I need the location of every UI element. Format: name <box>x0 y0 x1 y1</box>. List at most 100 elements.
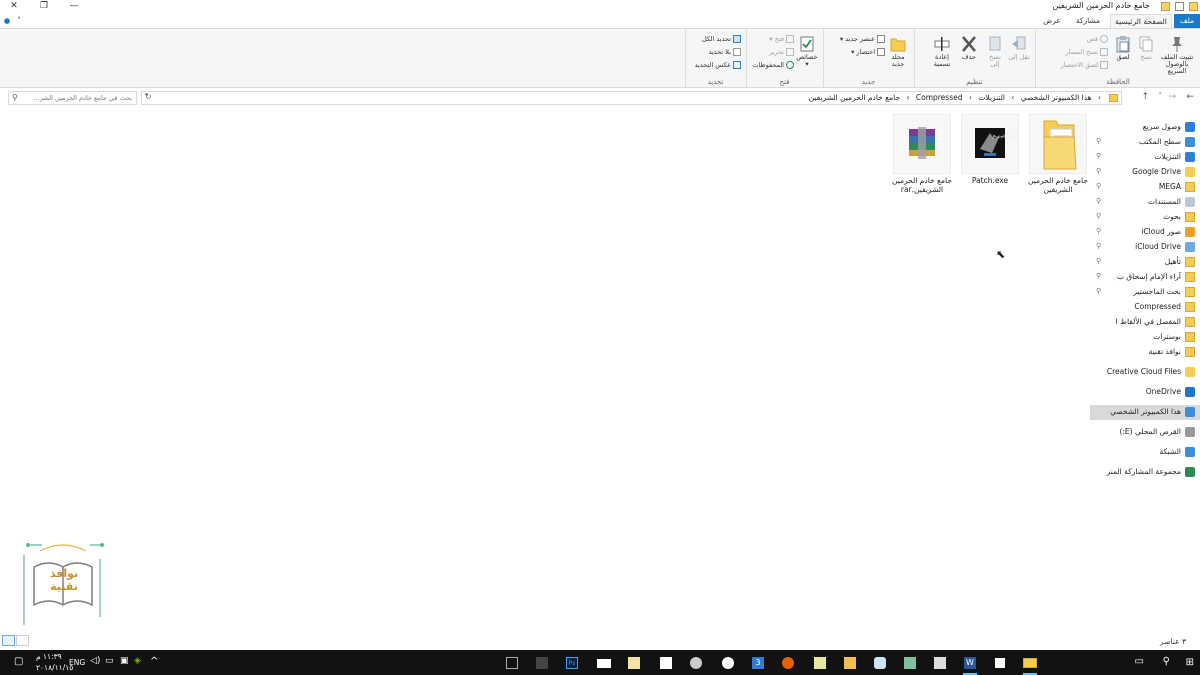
taskbar-store-icon[interactable] <box>990 653 1010 673</box>
pin-icon[interactable]: ⚲ <box>1096 152 1101 160</box>
sidebar-item[interactable]: آراء الإمام إسحاق ب ⚲ <box>1090 270 1200 285</box>
sidebar-item[interactable]: المفصل في الألفاظ ا <box>1090 315 1200 330</box>
pin-icon[interactable]: ⚲ <box>1096 287 1101 295</box>
breadcrumb-downloads[interactable]: التنزيلات <box>978 93 1005 102</box>
sidebar-item[interactable]: Compressed <box>1090 300 1200 315</box>
easy-access-button[interactable]: اختصار ▾ <box>851 48 885 56</box>
maximize-button[interactable]: ❐ <box>30 0 58 14</box>
delete-button[interactable]: حذف <box>958 35 980 61</box>
details-view-icon[interactable] <box>2 635 15 646</box>
search-icon[interactable]: ⚲ <box>1163 656 1170 667</box>
tab-home[interactable]: الصفحة الرئيسية <box>1110 14 1172 28</box>
select-all-button[interactable]: تحديد الكل <box>702 35 741 43</box>
pin-icon[interactable]: ⚲ <box>1096 197 1101 205</box>
select-none-button[interactable]: بلا تحديد <box>709 48 741 56</box>
recent-locations-icon[interactable]: ˅ <box>1159 92 1163 100</box>
taskbar-file-explorer-icon[interactable] <box>1020 653 1040 675</box>
up-arrow-icon[interactable]: ↑ <box>1141 92 1149 102</box>
breadcrumb-compressed[interactable]: Compressed <box>916 93 963 102</box>
sidebar-item[interactable]: سطح المكتب ⚲ <box>1090 135 1200 150</box>
sidebar-item[interactable]: تأهيل ⚲ <box>1090 255 1200 270</box>
pin-icon[interactable]: ⚲ <box>1096 242 1101 250</box>
taskbar-app-icon[interactable] <box>930 653 950 673</box>
copy-button[interactable]: نسخ <box>1136 35 1156 61</box>
new-item-button[interactable]: عنصر جديد ▾ <box>840 35 885 43</box>
move-to-button[interactable]: نقل إلى <box>1008 35 1030 61</box>
large-icons-view-icon[interactable] <box>16 635 29 646</box>
breadcrumb-arrow-icon[interactable]: › <box>969 93 972 102</box>
properties-icon[interactable] <box>1175 2 1184 11</box>
sidebar-item[interactable]: المستندات ⚲ <box>1090 195 1200 210</box>
network-icon[interactable]: ▣ <box>120 656 129 666</box>
breadcrumb-arrow-icon[interactable]: › <box>1011 93 1014 102</box>
cut-button[interactable]: قص <box>1087 35 1108 43</box>
task-view-icon[interactable]: ▭ <box>1135 656 1144 667</box>
help-icon[interactable]: ● <box>2 14 12 28</box>
file-item-exe[interactable]: ﷽ Patch.exe <box>959 114 1046 185</box>
taskbar-app-icon[interactable]: 3 <box>748 653 768 673</box>
taskbar-word-icon[interactable]: W <box>960 653 980 675</box>
taskbar-photoshop-icon[interactable]: Ps <box>562 653 582 673</box>
sidebar-item[interactable]: Google Drive ⚲ <box>1090 165 1200 180</box>
sidebar-item[interactable]: بحوث ⚲ <box>1090 210 1200 225</box>
sidebar-item[interactable]: Creative Cloud Files <box>1090 365 1200 380</box>
tab-share[interactable]: مشاركة <box>1070 14 1106 28</box>
pin-icon[interactable]: ⚲ <box>1096 257 1101 265</box>
tab-view[interactable]: عرض <box>1038 14 1066 28</box>
taskbar-firefox-icon[interactable] <box>778 653 798 673</box>
sidebar-item[interactable]: صور iCloud ⚲ <box>1090 225 1200 240</box>
new-folder-button[interactable]: مجلد جديد <box>887 35 909 68</box>
sidebar-item[interactable]: نوافذ تقنية <box>1090 345 1200 360</box>
notifications-icon[interactable]: ▢ <box>14 656 23 667</box>
pin-quick-access-button[interactable]: تثبيت الملف بالوصول السريع <box>1157 35 1197 75</box>
address-bar[interactable]: › هذا الكمبيوتر الشخصي › التنزيلات › Com… <box>141 91 1122 105</box>
breadcrumb-arrow-icon[interactable]: › <box>906 93 909 102</box>
breadcrumb-current[interactable]: جامع خادم الحرمين الشريفين <box>809 93 900 102</box>
file-item-folder[interactable]: جامع خادم الحرمين الشريفين <box>1027 114 1089 194</box>
copy-path-button[interactable]: نسخ المسار <box>1066 48 1108 56</box>
file-item-rar[interactable]: جامع خادم الحرمين الشريفين.rar <box>891 114 953 194</box>
invert-selection-button[interactable]: عكس التحديد <box>695 61 741 69</box>
taskbar-app-icon[interactable] <box>870 653 890 673</box>
sidebar-item[interactable]: الشبكة <box>1090 445 1200 460</box>
start-button[interactable]: ⊞ <box>1186 657 1194 668</box>
sidebar-item[interactable]: OneDrive <box>1090 385 1200 400</box>
chevron-up-icon[interactable]: ^ <box>150 656 158 667</box>
sidebar-item[interactable]: بحث الماجستير ⚲ <box>1090 285 1200 300</box>
taskbar-app-icon[interactable] <box>840 653 860 673</box>
copy-to-button[interactable]: نسخ إلى <box>984 35 1006 68</box>
taskbar-acrobat-icon[interactable] <box>656 653 676 673</box>
close-button[interactable]: ✕ <box>0 0 28 14</box>
taskbar-app-icon[interactable] <box>810 653 830 673</box>
sidebar-item[interactable]: iCloud Drive ⚲ <box>1090 240 1200 255</box>
pin-icon[interactable]: ⚲ <box>1096 212 1101 220</box>
back-arrow-icon[interactable]: ← <box>1186 92 1194 102</box>
clock-date[interactable]: ٢٠١٨/١١/١٥ <box>36 663 73 672</box>
pin-icon[interactable]: ⚲ <box>1096 272 1101 280</box>
chevron-up-icon[interactable]: ˄ <box>14 14 24 28</box>
breadcrumb-this-pc[interactable]: هذا الكمبيوتر الشخصي <box>1021 93 1092 102</box>
forward-arrow-icon[interactable]: → <box>1168 92 1176 102</box>
pin-icon[interactable]: ⚲ <box>1096 227 1101 235</box>
clock-time[interactable]: ١١:٣٩ م <box>36 652 62 661</box>
rename-button[interactable]: إعادة تسمية <box>928 35 956 68</box>
minimize-button[interactable]: — <box>60 0 88 14</box>
paste-button[interactable]: لصق <box>1112 35 1134 61</box>
volume-icon[interactable]: ◁) <box>90 656 100 666</box>
history-button[interactable]: المحفوظات <box>752 61 794 69</box>
taskbar-app-icon[interactable] <box>532 653 552 673</box>
pin-icon[interactable]: ⚲ <box>1096 137 1101 145</box>
taskbar-app-icon[interactable] <box>718 653 738 673</box>
new-folder-icon[interactable] <box>1161 2 1170 11</box>
open-button[interactable]: فتح ▾ <box>769 35 794 43</box>
sidebar-item[interactable]: مجموعة المشاركة المنز <box>1090 465 1200 480</box>
search-box[interactable]: بحث في جامع خادم الحرمين الشر... ⚲ <box>8 91 137 105</box>
battery-icon[interactable]: ▭ <box>105 656 114 666</box>
pin-icon[interactable]: ⚲ <box>1096 167 1101 175</box>
edit-button[interactable]: تحرير <box>769 48 794 56</box>
sidebar-item[interactable]: بوسترات <box>1090 330 1200 345</box>
taskbar-mail-icon[interactable] <box>594 653 614 673</box>
taskbar-app-icon[interactable] <box>686 653 706 673</box>
taskbar-app-icon[interactable] <box>624 653 644 673</box>
paste-shortcut-button[interactable]: لصق الاختصار <box>1061 61 1108 69</box>
